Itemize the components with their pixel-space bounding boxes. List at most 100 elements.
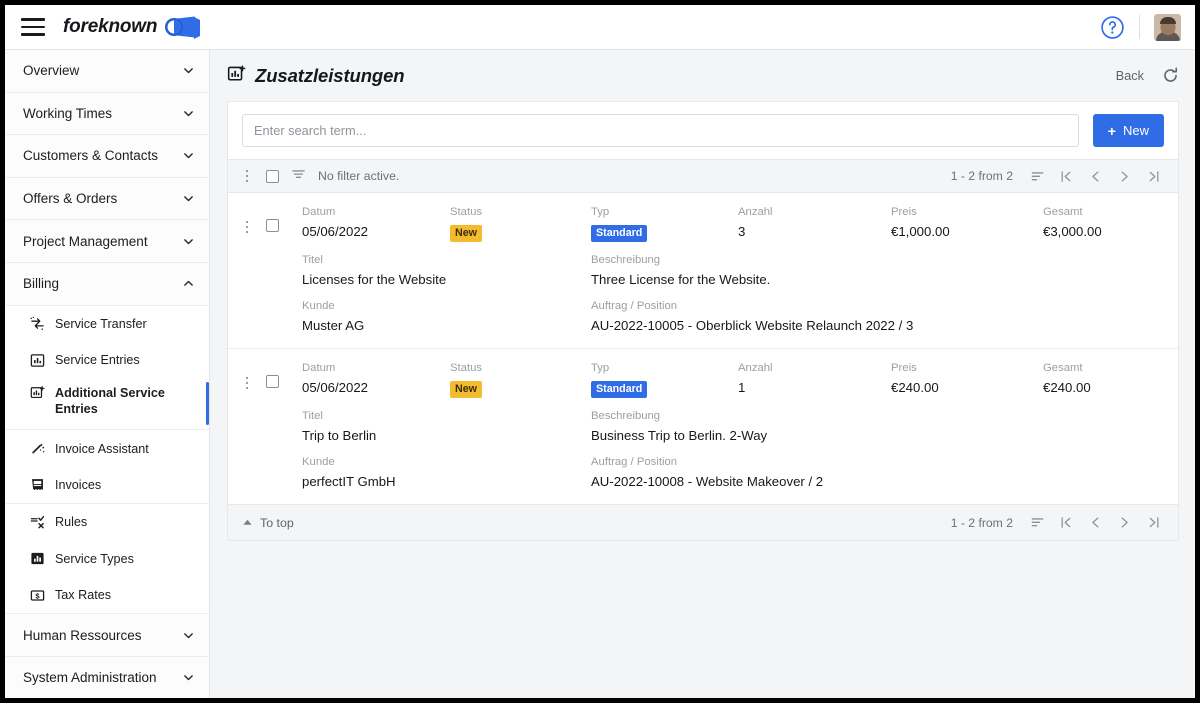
bar-chart-icon bbox=[29, 551, 46, 566]
to-top-button[interactable]: To top bbox=[242, 516, 294, 530]
sidebar-item-label: Rules bbox=[55, 515, 88, 530]
row-mid-fields: Titel Licenses for the Website Beschreib… bbox=[302, 254, 1162, 288]
app-logo[interactable]: foreknown bbox=[63, 15, 202, 39]
field-label: Gesamt bbox=[1043, 362, 1083, 374]
first-page-icon[interactable] bbox=[1058, 514, 1075, 531]
kebab-menu-icon[interactable] bbox=[240, 219, 254, 235]
svg-text:$: $ bbox=[35, 591, 40, 600]
sidebar-item-system-administration[interactable]: System Administration bbox=[5, 656, 209, 698]
avatar[interactable] bbox=[1154, 13, 1181, 41]
back-button[interactable]: Back bbox=[1116, 69, 1144, 83]
field-anzahl: Anzahl 3 bbox=[738, 206, 891, 242]
sidebar-item-label: Overview bbox=[23, 63, 80, 79]
chevron-up-icon bbox=[182, 277, 195, 290]
last-page-icon[interactable] bbox=[1145, 168, 1162, 185]
caret-up-icon bbox=[242, 516, 253, 530]
last-page-icon[interactable] bbox=[1145, 514, 1162, 531]
row-controls bbox=[240, 362, 302, 490]
page-header: Zusatzleistungen Back bbox=[210, 50, 1195, 101]
field-gesamt: Gesamt €240.00 bbox=[1043, 362, 1162, 398]
field-value: Trip to Berlin bbox=[302, 428, 377, 443]
field-anzahl: Anzahl 1 bbox=[738, 362, 891, 398]
field-auftrag-position: Auftrag / Position AU-2022-10005 - Oberb… bbox=[591, 300, 1162, 334]
to-top-label: To top bbox=[260, 515, 294, 530]
refresh-icon[interactable] bbox=[1162, 67, 1179, 84]
field-value: Three License for the Website. bbox=[591, 272, 771, 287]
field-label: Datum bbox=[302, 206, 336, 218]
body-split: Overview Working Times Customers & Conta… bbox=[5, 50, 1195, 698]
filter-status-text: No filter active. bbox=[318, 169, 400, 183]
field-label: Gesamt bbox=[1043, 206, 1083, 218]
search-input[interactable] bbox=[242, 114, 1079, 147]
sidebar: Overview Working Times Customers & Conta… bbox=[5, 50, 210, 698]
search-row: + New bbox=[228, 102, 1178, 159]
field-label: Beschreibung bbox=[591, 254, 661, 266]
sidebar-item-project-management[interactable]: Project Management bbox=[5, 220, 209, 263]
new-button[interactable]: + New bbox=[1092, 114, 1164, 147]
hamburger-icon[interactable] bbox=[21, 18, 45, 36]
field-beschreibung: Beschreibung Three License for the Websi… bbox=[591, 254, 1162, 288]
plus-icon: + bbox=[1107, 122, 1116, 139]
sidebar-item-rules[interactable]: Rules bbox=[5, 504, 209, 541]
sidebar-item-invoice-assistant[interactable]: Invoice Assistant bbox=[5, 430, 209, 467]
kebab-menu-icon[interactable] bbox=[240, 168, 254, 184]
sidebar-item-billing[interactable]: Billing bbox=[5, 262, 209, 306]
sidebar-item-invoices[interactable]: Invoices bbox=[5, 466, 209, 504]
field-label: Titel bbox=[302, 254, 323, 266]
sidebar-item-overview[interactable]: Overview bbox=[5, 50, 209, 93]
sidebar-item-additional-service-entries[interactable]: Additional Service Entries bbox=[5, 378, 209, 430]
sidebar-item-label: Service Transfer bbox=[55, 316, 147, 331]
new-button-label: New bbox=[1122, 123, 1149, 138]
help-circle-icon[interactable] bbox=[1100, 15, 1125, 40]
sidebar-item-label: Tax Rates bbox=[55, 588, 111, 603]
sidebar-item-label: Additional Service Entries bbox=[55, 386, 165, 417]
sort-icon[interactable] bbox=[1029, 514, 1046, 531]
row-checkbox[interactable] bbox=[266, 219, 279, 232]
field-status: Status New bbox=[450, 206, 591, 242]
field-value: 05/06/2022 bbox=[302, 380, 369, 395]
sidebar-item-human-ressources[interactable]: Human Ressources bbox=[5, 614, 209, 657]
sidebar-item-label: Human Ressources bbox=[23, 627, 142, 643]
row-controls bbox=[240, 206, 302, 334]
sidebar-item-working-times[interactable]: Working Times bbox=[5, 92, 209, 136]
sort-icon[interactable] bbox=[1029, 168, 1046, 185]
page-title: Zusatzleistungen bbox=[227, 64, 405, 88]
sidebar-item-service-transfer[interactable]: Service Transfer bbox=[5, 305, 209, 342]
row-content: Datum 05/06/2022 Status New Typ Standard bbox=[302, 362, 1162, 490]
previous-page-icon[interactable] bbox=[1087, 514, 1104, 531]
row-checkbox[interactable] bbox=[266, 375, 279, 388]
field-label: Preis bbox=[891, 206, 917, 218]
field-label: Auftrag / Position bbox=[591, 300, 678, 312]
field-value: €240.00 bbox=[891, 380, 939, 395]
field-label: Beschreibung bbox=[591, 410, 661, 422]
sidebar-item-service-types[interactable]: Service Types bbox=[5, 540, 209, 577]
table-footer: To top 1 - 2 from 2 bbox=[228, 504, 1178, 540]
sidebar-item-label: Service Entries bbox=[55, 353, 140, 368]
field-preis: Preis €1,000.00 bbox=[891, 206, 1043, 242]
sidebar-item-label: Offers & Orders bbox=[23, 191, 118, 207]
next-page-icon[interactable] bbox=[1116, 514, 1133, 531]
sidebar-item-service-entries[interactable]: Service Entries bbox=[5, 341, 209, 379]
row-mid-fields: Titel Trip to Berlin Beschreibung Busine… bbox=[302, 410, 1162, 444]
currency-box-icon: $ bbox=[29, 588, 46, 603]
filter-icon[interactable] bbox=[291, 167, 306, 185]
next-page-icon[interactable] bbox=[1116, 168, 1133, 185]
status-badge: New bbox=[450, 381, 482, 398]
table-row[interactable]: Datum 05/06/2022 Status New Typ Standard bbox=[228, 193, 1178, 349]
sidebar-item-offers-orders[interactable]: Offers & Orders bbox=[5, 177, 209, 221]
row-content: Datum 05/06/2022 Status New Typ Standard bbox=[302, 206, 1162, 334]
type-badge: Standard bbox=[591, 381, 648, 398]
chart-box-plus-icon bbox=[29, 385, 46, 400]
table-rows: Datum 05/06/2022 Status New Typ Standard bbox=[228, 193, 1178, 504]
chevron-down-icon bbox=[182, 192, 195, 205]
table-row[interactable]: Datum 05/06/2022 Status New Typ Standard bbox=[228, 349, 1178, 504]
row-bottom-fields: Kunde perfectIT GmbH Auftrag / Position … bbox=[302, 456, 1162, 490]
sidebar-item-customers-contacts[interactable]: Customers & Contacts bbox=[5, 135, 209, 178]
first-page-icon[interactable] bbox=[1058, 168, 1075, 185]
previous-page-icon[interactable] bbox=[1087, 168, 1104, 185]
field-kunde: Kunde perfectIT GmbH bbox=[302, 456, 591, 490]
select-all-checkbox[interactable] bbox=[266, 169, 279, 183]
field-value: 1 bbox=[738, 380, 746, 395]
kebab-menu-icon[interactable] bbox=[240, 375, 254, 391]
sidebar-item-tax-rates[interactable]: $ Tax Rates bbox=[5, 576, 209, 614]
